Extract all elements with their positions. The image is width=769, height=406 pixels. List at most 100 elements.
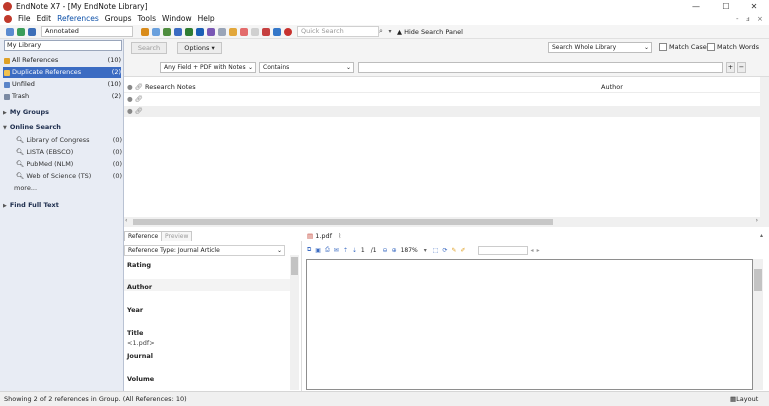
online-search-header[interactable]: ▼ Online Search	[3, 122, 61, 134]
add-search-row-button[interactable]: +	[726, 62, 735, 73]
save-icon[interactable]: ▣	[315, 247, 321, 254]
hide-search-panel-button[interactable]: ▲ Hide Search Panel	[397, 28, 463, 36]
options-button[interactable]: Options ▾	[177, 42, 222, 54]
attach-icon[interactable]: ⌇	[338, 232, 341, 240]
table-row[interactable]: ● 🔗︎	[124, 106, 760, 117]
print-icon[interactable]: ⎙	[325, 246, 330, 254]
menu-tools[interactable]: Tools	[135, 13, 159, 25]
find-full-text-header[interactable]: ▶ Find Full Text	[3, 200, 59, 212]
menu-file[interactable]: File	[15, 13, 34, 25]
collapse-triangle-icon[interactable]: ▶	[3, 201, 7, 212]
output-style-select[interactable]: Annotated	[41, 26, 133, 37]
column-author[interactable]: Author	[601, 82, 623, 93]
quick-search-input[interactable]: Quick Search	[297, 26, 379, 37]
menu-help[interactable]: Help	[195, 13, 218, 25]
export-icon[interactable]	[206, 27, 215, 36]
group-all-references[interactable]: All References (10)	[3, 55, 121, 66]
page-down-icon[interactable]: ⇣	[352, 247, 357, 254]
open-pdf-icon[interactable]	[239, 27, 248, 36]
zoom-in-icon[interactable]: ⊕	[392, 247, 397, 254]
menu-edit[interactable]: Edit	[34, 13, 55, 25]
menu-groups[interactable]: Groups	[102, 13, 135, 25]
search-operator-select[interactable]: Contains ⌄	[259, 62, 354, 73]
online-link-icon[interactable]	[272, 27, 281, 36]
menu-references[interactable]: References	[54, 13, 102, 25]
group-icon[interactable]	[217, 27, 226, 36]
reference-list-vscroll[interactable]	[760, 77, 769, 227]
scroll-left-icon[interactable]: ‹	[125, 217, 127, 224]
match-case-checkbox[interactable]: Match Case	[659, 42, 707, 52]
mdi-minimize-button[interactable]: -	[736, 13, 739, 25]
mdi-restore-button[interactable]: ⅎ	[746, 13, 750, 25]
integrated-library-mode-icon[interactable]	[27, 27, 36, 36]
scroll-right-icon[interactable]: ›	[756, 217, 758, 224]
search-field-select[interactable]: Any Field + PDF with Notes ⌄	[160, 62, 256, 73]
vscroll-thumb[interactable]	[291, 257, 298, 275]
online-library-of-congress[interactable]: 🔍︎ Library of Congress (0)	[16, 135, 122, 146]
maximize-button[interactable]: ☐	[711, 0, 741, 13]
group-unfiled[interactable]: Unfiled (10)	[3, 79, 121, 90]
search-library-icon[interactable]	[173, 27, 182, 36]
rotate-icon[interactable]: ⟳	[442, 247, 447, 254]
my-groups-header[interactable]: ▶ My Groups	[3, 107, 49, 119]
new-reference-icon[interactable]	[140, 27, 149, 36]
help-icon[interactable]	[283, 27, 292, 36]
insert-citation-icon[interactable]	[184, 27, 193, 36]
layout-button[interactable]: ▦Layout	[730, 392, 758, 406]
group-duplicate-references[interactable]: Duplicate References (2)	[3, 67, 121, 78]
search-value-input[interactable]	[358, 62, 723, 73]
endnote-menu-icon[interactable]	[4, 15, 12, 23]
pdf-vscroll[interactable]	[753, 259, 763, 390]
reference-list-hscroll[interactable]: ‹ ›	[124, 217, 760, 227]
minimize-button[interactable]: —	[681, 0, 711, 13]
find-full-text-icon[interactable]	[162, 27, 171, 36]
online-lista-ebsco[interactable]: 🔍︎ LISTA (EBSCO) (0)	[16, 147, 122, 158]
online-web-of-science[interactable]: 🔍︎ Web of Science (TS) (0)	[16, 171, 122, 182]
format-bibliography-icon[interactable]	[195, 27, 204, 36]
email-icon[interactable]: ✉	[334, 247, 339, 254]
copy-formatted-icon[interactable]	[151, 27, 160, 36]
table-row[interactable]: ● 🔗︎	[124, 94, 760, 105]
online-more-link[interactable]: more...	[14, 183, 120, 194]
reference-type-select[interactable]: Reference Type: Journal Article ⌄	[124, 245, 285, 256]
page-number-field[interactable]: 1	[361, 247, 365, 254]
menu-window[interactable]: Window	[159, 13, 195, 25]
search-scope-select[interactable]: Search Whole Library ⌄	[548, 42, 652, 53]
expand-triangle-icon[interactable]: ▼	[3, 123, 7, 134]
search-button[interactable]: Search	[131, 42, 167, 54]
zoom-out-icon[interactable]: ⊖	[383, 247, 388, 254]
remove-search-row-button[interactable]: −	[737, 62, 746, 73]
mdi-close-button[interactable]: ×	[757, 13, 763, 25]
sticky-note-icon[interactable]: ✎	[451, 247, 456, 254]
pdf-find-input[interactable]	[477, 245, 528, 255]
search-options-icon[interactable]: ▾	[385, 28, 395, 35]
page-up-icon[interactable]: ⇡	[343, 247, 348, 254]
folder-icon[interactable]	[228, 27, 237, 36]
online-search-mode-icon[interactable]	[16, 27, 25, 36]
online-pubmed[interactable]: 🔍︎ PubMed (NLM) (0)	[16, 159, 122, 170]
column-research-notes[interactable]: Research Notes	[145, 82, 196, 93]
group-trash[interactable]: Trash (2)	[3, 91, 121, 102]
find-next-icon[interactable]: ▸	[537, 247, 540, 254]
open-external-icon[interactable]: ⧉	[307, 246, 311, 254]
tab-reference[interactable]: Reference	[124, 231, 163, 241]
insert-picture-icon[interactable]	[261, 27, 270, 36]
fit-page-icon[interactable]: ⬚	[433, 247, 439, 254]
find-previous-icon[interactable]: ◂	[531, 247, 534, 254]
pane-collapse-icon[interactable]: ▴	[760, 232, 763, 239]
pdf-document-view[interactable]	[306, 259, 753, 390]
tab-preview[interactable]: Preview	[161, 231, 193, 241]
collapse-triangle-icon[interactable]: ▶	[3, 108, 7, 119]
field-value-title[interactable]: <1.pdf>	[127, 338, 155, 348]
reference-editor-vscroll[interactable]	[290, 255, 299, 390]
hscroll-thumb[interactable]	[133, 219, 553, 225]
library-name-field[interactable]: My Library	[4, 40, 122, 51]
pdf-tab[interactable]: ▤ 1.pdf ⌇	[307, 232, 341, 241]
attach-file-icon[interactable]	[250, 27, 259, 36]
local-library-mode-icon[interactable]	[5, 27, 14, 36]
close-button[interactable]: ✕	[739, 0, 769, 13]
match-words-checkbox[interactable]: Match Words	[707, 42, 759, 52]
vscroll-thumb[interactable]	[754, 269, 762, 291]
zoom-dropdown-icon[interactable]: ▾	[424, 247, 427, 254]
zoom-level[interactable]: 187%	[401, 247, 418, 254]
